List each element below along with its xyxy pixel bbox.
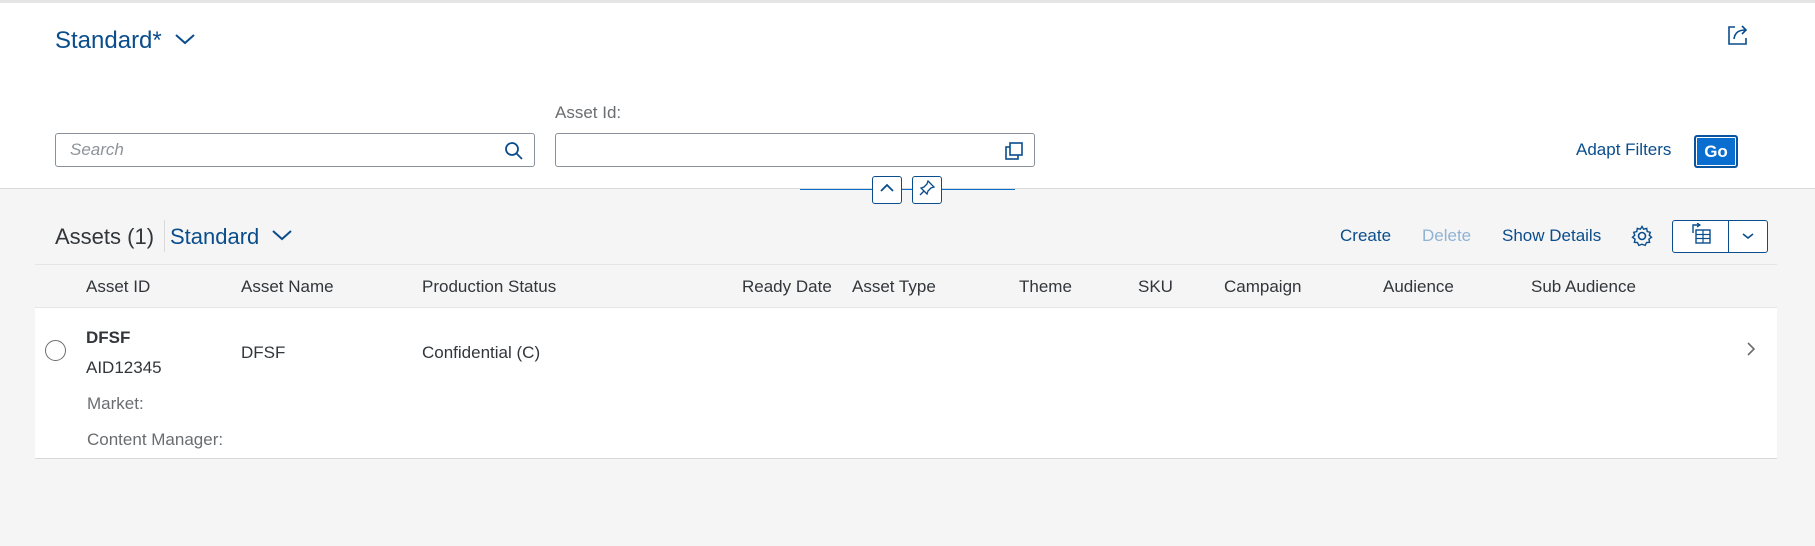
column-header-asset-name[interactable]: Asset Name: [241, 277, 334, 297]
table-variant-management[interactable]: Standard: [170, 224, 293, 250]
asset-id-input[interactable]: [556, 134, 986, 166]
chevron-down-icon[interactable]: [271, 228, 293, 247]
adapt-filters-button[interactable]: Adapt Filters: [1576, 140, 1671, 160]
go-button[interactable]: Go: [1694, 135, 1738, 168]
table-title: Assets (1): [55, 224, 155, 249]
export-dropdown[interactable]: [1729, 221, 1767, 252]
column-header-sub-audience[interactable]: Sub Audience: [1531, 277, 1636, 297]
table-variant-title: Standard: [170, 224, 260, 249]
column-header-asset-id[interactable]: Asset ID: [86, 277, 150, 297]
chevron-down-icon: [1741, 228, 1755, 246]
asset-id-title: DFSF: [86, 328, 131, 347]
column-header-campaign[interactable]: Campaign: [1224, 277, 1302, 297]
variant-title: Standard*: [55, 27, 162, 54]
asset-name-value: DFSF: [241, 343, 286, 362]
collapse-header-button[interactable]: [872, 176, 902, 204]
delete-button: Delete: [1422, 226, 1472, 245]
row-detail: Content Manager:: [35, 422, 1777, 458]
asset-id-label: Asset Id:: [555, 103, 622, 122]
collapse-divider: [800, 189, 1015, 190]
column-header-audience[interactable]: Audience: [1383, 277, 1454, 297]
chevron-up-icon: [879, 181, 895, 199]
row-select-radio[interactable]: [45, 340, 66, 361]
variant-management[interactable]: Standard*: [55, 27, 196, 55]
gear-icon[interactable]: [1630, 224, 1654, 253]
show-details-button[interactable]: Show Details: [1502, 226, 1601, 246]
search-icon[interactable]: [504, 141, 524, 166]
toolbar-separator: [164, 220, 165, 252]
search-field[interactable]: [55, 133, 535, 167]
excel-export-icon: [1690, 222, 1712, 250]
column-header-production-status[interactable]: Production Status: [422, 277, 556, 297]
create-button[interactable]: Create: [1340, 226, 1391, 246]
filter-bar-header: Standard* Asset Id: Adapt Filters Go: [0, 3, 1815, 189]
column-header-ready-date[interactable]: Ready Date: [742, 277, 832, 297]
column-header-asset-type[interactable]: Asset Type: [852, 277, 936, 297]
chevron-right-icon[interactable]: [1745, 340, 1757, 363]
export-menu-button: [1672, 220, 1768, 253]
row-detail: Market:: [35, 386, 1777, 422]
asset-id-field[interactable]: [555, 133, 1035, 167]
column-header-sku[interactable]: SKU: [1138, 277, 1173, 297]
asset-id-value: AID12345: [86, 358, 162, 377]
column-header-theme[interactable]: Theme: [1019, 277, 1072, 297]
export-button[interactable]: [1673, 221, 1729, 252]
pin-icon: [919, 179, 936, 201]
share-icon[interactable]: [1725, 22, 1751, 48]
value-help-icon[interactable]: [1004, 141, 1024, 166]
market-label: Market:: [87, 394, 144, 413]
search-input[interactable]: [56, 134, 486, 166]
assets-table: Asset ID Asset Name Production Status Re…: [35, 264, 1777, 459]
chevron-down-icon[interactable]: [174, 32, 196, 51]
table-header: Asset ID Asset Name Production Status Re…: [35, 264, 1777, 308]
production-status-value: Confidential (C): [422, 343, 541, 362]
content-manager-label: Content Manager:: [87, 430, 224, 449]
pin-header-button[interactable]: [912, 176, 942, 204]
